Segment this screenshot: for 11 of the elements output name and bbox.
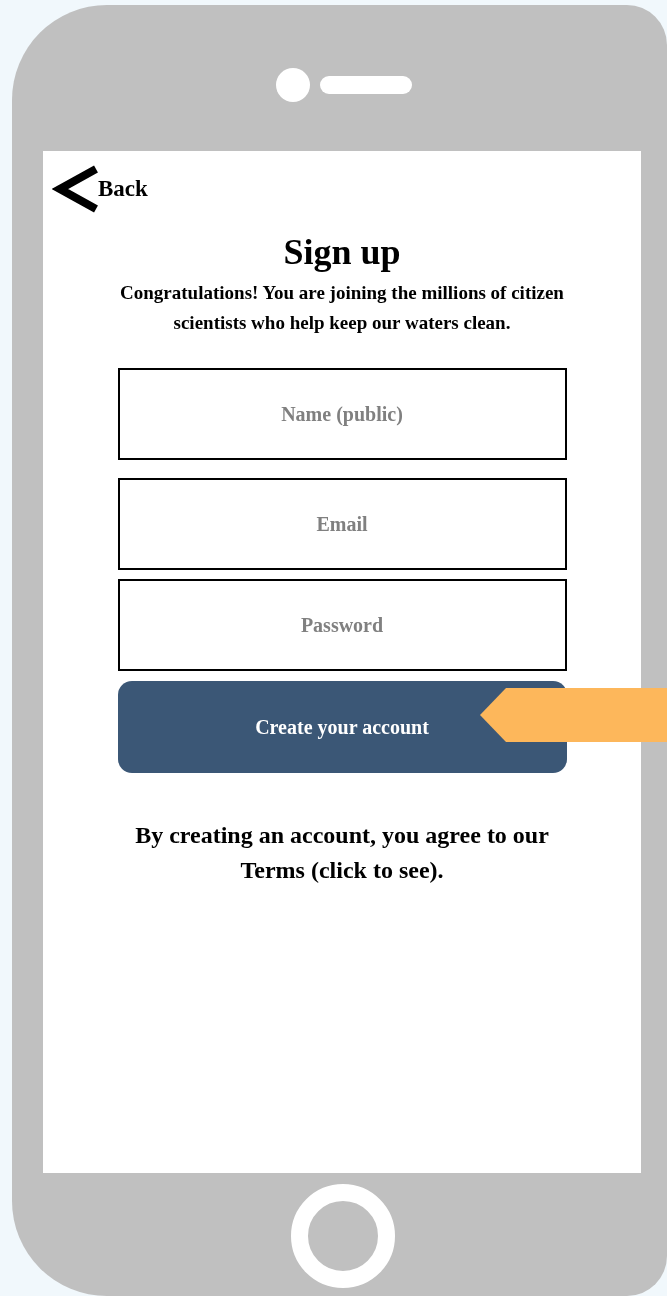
chevron-left-icon: [52, 165, 98, 213]
intro-text: Congratulations! You are joining the millions of citizen scientists who help keep our waters clean.: [119, 281, 565, 336]
camera-dot: [276, 68, 310, 102]
terms-text: By creating an account, you agree to our Terms (click to see).: [134, 821, 550, 886]
back-link[interactable]: Back: [52, 165, 148, 213]
create-account-button[interactable]: Create your account: [117, 681, 567, 774]
input-field[interactable]: Email: [117, 478, 567, 571]
home-button[interactable]: [291, 1184, 395, 1288]
input-field[interactable]: Name (public): [117, 368, 567, 461]
input-field[interactable]: Password: [117, 579, 567, 672]
page-title: Sign up: [283, 231, 401, 274]
